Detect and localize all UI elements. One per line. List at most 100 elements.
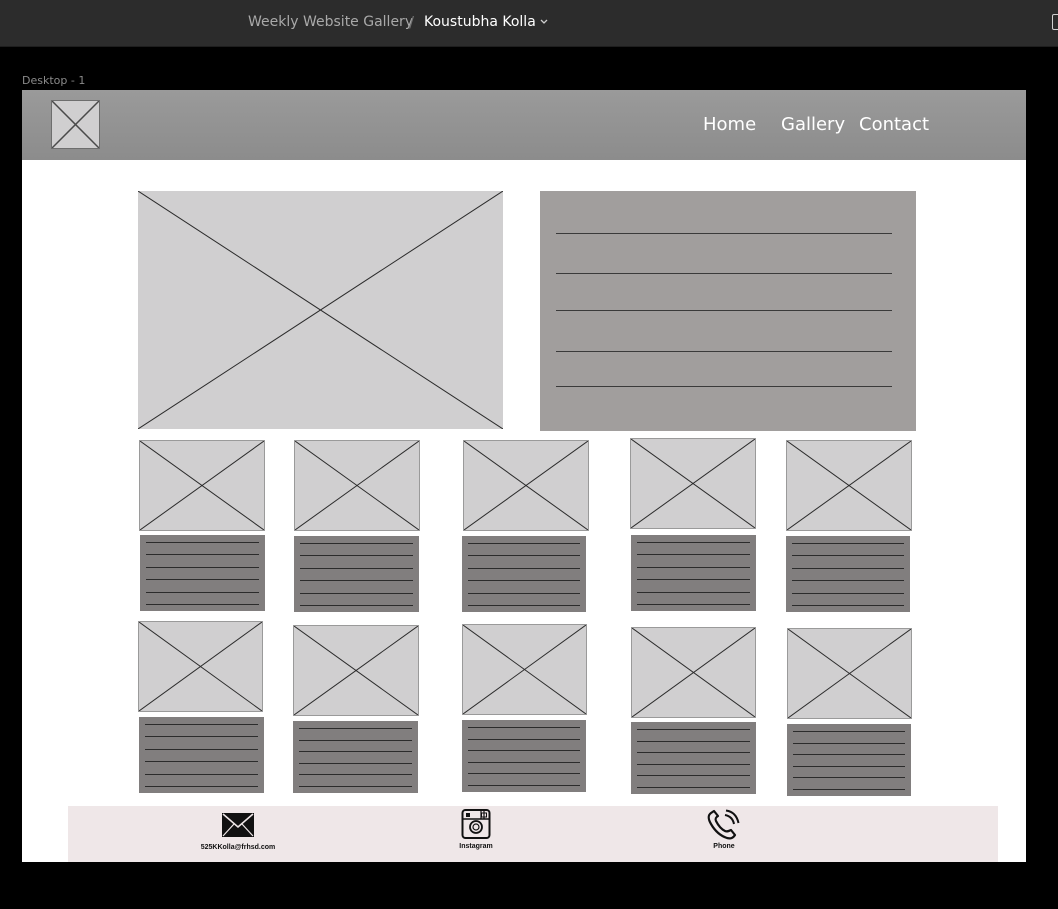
text-line [146, 591, 259, 593]
text-line [300, 543, 413, 544]
text-line [637, 554, 750, 556]
text-line [468, 555, 580, 557]
text-line [145, 773, 258, 775]
text-line [145, 736, 258, 738]
text-line [792, 592, 904, 594]
nav-link-contact[interactable]: Contact [859, 114, 929, 135]
gallery-card-image-placeholder [462, 624, 587, 715]
text-line [556, 273, 892, 274]
gallery-card-text-block [140, 535, 265, 611]
editor-toolbar: Weekly Website Gallery / Koustubha Kolla [0, 0, 1058, 47]
gallery-card-text-block [294, 536, 419, 612]
text-line [792, 605, 904, 606]
text-line [556, 310, 892, 311]
text-line [793, 754, 905, 756]
gallery-card-image-placeholder [786, 440, 912, 531]
text-line [637, 763, 750, 765]
gallery-card-image-placeholder [139, 440, 265, 531]
gallery-card-image-placeholder [293, 625, 419, 716]
text-line [793, 789, 905, 790]
text-line [300, 555, 413, 557]
text-line [299, 751, 412, 753]
text-line [792, 543, 904, 544]
text-line [468, 580, 580, 582]
wireframe-nav-bar: Home Gallery Contact [22, 90, 1026, 160]
hero-text-block [540, 191, 916, 431]
wireframe-footer: 525KKolla@frhsd.com Instagram Phone [68, 806, 998, 862]
text-line [792, 555, 904, 557]
nav-link-home[interactable]: Home [703, 114, 756, 135]
text-line [145, 748, 258, 750]
breadcrumb-project[interactable]: Weekly Website Gallery [248, 14, 413, 30]
text-line [637, 591, 750, 593]
phone-icon [707, 809, 740, 840]
footer-instagram-label: Instagram [459, 843, 493, 850]
gallery-card-text-block [293, 721, 418, 793]
gallery-card-image-placeholder [463, 440, 589, 531]
text-line [468, 592, 580, 594]
text-line [299, 762, 412, 764]
text-line [146, 579, 259, 581]
text-line [300, 592, 413, 594]
text-line [556, 351, 892, 352]
gallery-card-text-block [787, 724, 911, 796]
breadcrumb-separator: / [409, 13, 415, 31]
chevron-down-icon[interactable] [539, 18, 549, 26]
gallery-card-image-placeholder [138, 621, 263, 712]
text-line [468, 605, 580, 606]
breadcrumb-file-name[interactable]: Koustubha Kolla [424, 14, 536, 30]
nav-link-gallery[interactable]: Gallery [781, 114, 845, 135]
text-line [146, 604, 259, 605]
text-line [299, 786, 412, 787]
text-line [468, 727, 580, 728]
text-line [637, 542, 750, 543]
text-line [299, 739, 412, 741]
text-line [468, 750, 580, 752]
footer-phone[interactable]: Phone [694, 809, 754, 850]
text-line [145, 761, 258, 763]
text-line [637, 729, 750, 730]
gallery-card-text-block [462, 720, 586, 792]
envelope-icon [222, 813, 254, 837]
text-line [637, 579, 750, 581]
text-line [300, 580, 413, 582]
gallery-card-image-placeholder [630, 438, 756, 529]
text-line [299, 728, 412, 729]
text-line [146, 566, 259, 568]
gallery-card-image-placeholder [294, 440, 420, 531]
gallery-card-image-placeholder [787, 628, 912, 719]
text-line [468, 567, 580, 569]
text-line [793, 765, 905, 767]
gallery-card-text-block [462, 536, 586, 612]
text-line [792, 567, 904, 569]
text-line [556, 233, 892, 234]
text-line [146, 554, 259, 556]
text-line [300, 605, 413, 606]
text-line [793, 731, 905, 732]
text-line [468, 773, 580, 775]
text-line [468, 738, 580, 740]
text-line [145, 724, 258, 725]
text-line [637, 740, 750, 742]
text-line [637, 775, 750, 777]
text-line [300, 567, 413, 569]
hero-image-placeholder [138, 191, 503, 429]
text-line [637, 604, 750, 605]
share-icon[interactable] [1052, 14, 1058, 30]
footer-email-label: 525KKolla@frhsd.com [200, 844, 276, 851]
text-line [468, 761, 580, 763]
text-line [637, 787, 750, 788]
logo-placeholder [51, 100, 100, 149]
text-line [468, 785, 580, 786]
desktop-frame[interactable]: Home Gallery Contact 525KKolla@frhsd.com [22, 90, 1026, 862]
footer-phone-label: Phone [713, 843, 735, 850]
text-line [145, 786, 258, 787]
footer-email[interactable]: 525KKolla@frhsd.com [198, 812, 278, 851]
footer-instagram[interactable]: Instagram [446, 808, 506, 850]
text-line [792, 580, 904, 582]
gallery-card-text-block [139, 717, 264, 793]
text-line [146, 542, 259, 543]
gallery-card-text-block [631, 722, 756, 794]
frame-label[interactable]: Desktop - 1 [22, 74, 85, 87]
gallery-card-text-block [786, 536, 910, 612]
